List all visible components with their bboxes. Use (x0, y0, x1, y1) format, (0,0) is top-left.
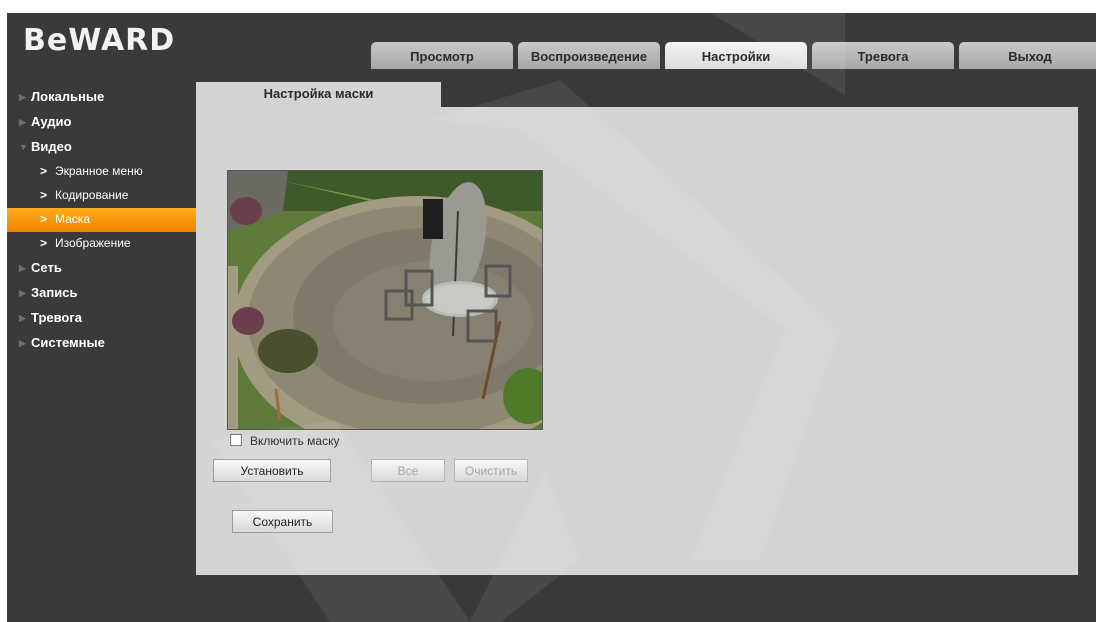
sidebar-item-label: Системные (31, 335, 105, 350)
sidebar: ▶ Локальные ▶ Аудио ▼ Видео > Экранное меню … (7, 85, 196, 356)
enable-mask-row: Включить маску (230, 433, 340, 448)
mask-settings-panel: Включить маску Установить Все Очистить С… (196, 107, 1078, 575)
sidebar-item-network[interactable]: ▶ Сеть (7, 256, 196, 281)
enable-mask-label: Включить маску (250, 434, 340, 448)
chevron-right-icon: > (40, 164, 48, 178)
clear-button[interactable]: Очистить (454, 459, 528, 482)
app-frame: BeWARD Просмотр Воспроизведение Настройк… (7, 13, 1096, 622)
triangle-right-icon: ▶ (19, 92, 26, 102)
sidebar-item-audio[interactable]: ▶ Аудио (7, 110, 196, 135)
sidebar-item-label: Запись (31, 285, 78, 300)
camera-preview-image (228, 171, 542, 429)
sidebar-item-alarm[interactable]: ▶ Тревога (7, 306, 196, 331)
save-button[interactable]: Сохранить (232, 510, 333, 533)
sidebar-item-label: Тревога (31, 310, 83, 325)
triangle-right-icon: ▶ (19, 117, 26, 127)
sidebar-subitem-label: Экранное меню (55, 164, 143, 178)
sidebar-subitem-label: Изображение (55, 236, 131, 250)
chevron-right-icon: > (40, 212, 48, 226)
brand-logo: BeWARD (23, 23, 176, 58)
triangle-right-icon: ▶ (19, 313, 26, 323)
triangle-right-icon: ▶ (19, 288, 26, 298)
sidebar-item-video[interactable]: ▼ Видео (7, 135, 196, 160)
sidebar-item-system[interactable]: ▶ Системные (7, 331, 196, 356)
camera-preview[interactable] (227, 170, 543, 430)
enable-mask-checkbox[interactable] (230, 433, 242, 446)
triangle-right-icon: ▶ (19, 338, 26, 348)
tab-settings[interactable]: Настройки (665, 42, 807, 69)
triangle-right-icon: ▶ (19, 263, 26, 273)
sidebar-item-record[interactable]: ▶ Запись (7, 281, 196, 306)
sidebar-item-label: Аудио (31, 114, 72, 129)
sidebar-item-label: Сеть (31, 260, 62, 275)
sidebar-subitem-mask[interactable]: > Маска (7, 208, 196, 232)
sidebar-subitem-label: Маска (55, 212, 90, 226)
set-button[interactable]: Установить (213, 459, 331, 482)
chevron-right-icon: > (40, 188, 48, 202)
sidebar-subitem-label: Кодирование (55, 188, 129, 202)
sidebar-item-label: Локальные (31, 89, 105, 104)
tab-playback[interactable]: Воспроизведение (518, 42, 660, 69)
panel-title: Настройка маски (196, 82, 441, 107)
chevron-right-icon: > (40, 236, 48, 250)
sidebar-item-label: Видео (31, 139, 72, 154)
tab-view[interactable]: Просмотр (371, 42, 513, 69)
sidebar-subitem-image[interactable]: > Изображение (7, 232, 196, 256)
triangle-down-icon: ▼ (19, 142, 28, 152)
sidebar-subitem-osd[interactable]: > Экранное меню (7, 160, 196, 184)
sidebar-subitem-encoding[interactable]: > Кодирование (7, 184, 196, 208)
tab-alarm[interactable]: Тревога (812, 42, 954, 69)
sidebar-item-local[interactable]: ▶ Локальные (7, 85, 196, 110)
select-all-button[interactable]: Все (371, 459, 445, 482)
tab-logout[interactable]: Выход (959, 42, 1096, 69)
